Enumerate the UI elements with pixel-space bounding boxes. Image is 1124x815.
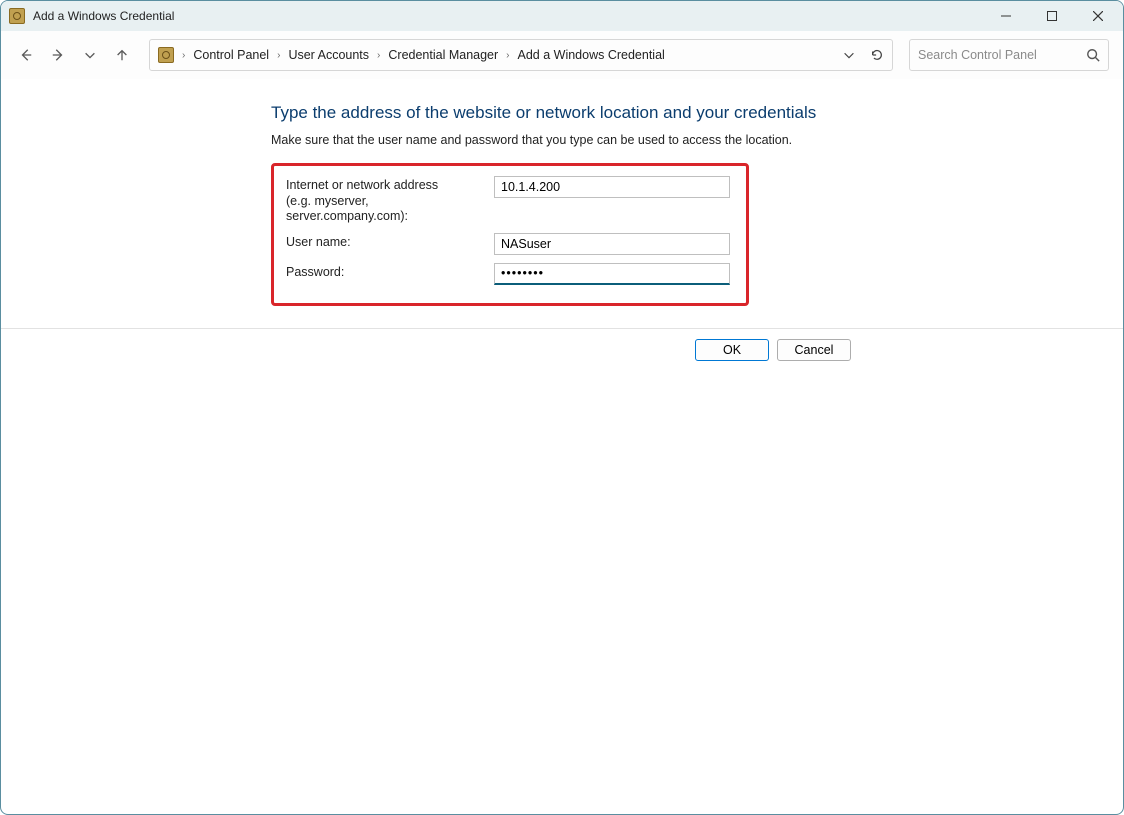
chevron-right-icon: › bbox=[506, 50, 509, 61]
address-label: Internet or network address (e.g. myserv… bbox=[286, 176, 494, 225]
chevron-right-icon: › bbox=[182, 50, 185, 61]
content-area: Type the address of the website or netwo… bbox=[1, 79, 1123, 814]
password-input[interactable] bbox=[494, 263, 730, 285]
page-heading: Type the address of the website or netwo… bbox=[271, 103, 991, 123]
button-row: OK Cancel bbox=[1, 329, 1123, 361]
app-icon bbox=[9, 8, 25, 24]
close-button[interactable] bbox=[1075, 1, 1121, 31]
arrow-right-icon bbox=[51, 48, 65, 62]
arrow-up-icon bbox=[115, 48, 129, 62]
toolbar: › Control Panel › User Accounts › Creden… bbox=[1, 31, 1123, 79]
nav-forward-button[interactable] bbox=[47, 44, 69, 66]
refresh-icon[interactable] bbox=[870, 48, 884, 62]
search-icon bbox=[1086, 48, 1100, 62]
breadcrumb-item[interactable]: Credential Manager bbox=[388, 48, 498, 62]
control-panel-icon bbox=[158, 47, 174, 63]
username-label: User name: bbox=[286, 233, 494, 251]
nav-up-button[interactable] bbox=[111, 44, 133, 66]
chevron-down-icon bbox=[83, 48, 97, 62]
chevron-down-icon[interactable] bbox=[842, 48, 856, 62]
search-placeholder: Search Control Panel bbox=[918, 48, 1086, 62]
minimize-button[interactable] bbox=[983, 1, 1029, 31]
username-input[interactable] bbox=[494, 233, 730, 255]
titlebar: Add a Windows Credential bbox=[1, 1, 1123, 31]
maximize-button[interactable] bbox=[1029, 1, 1075, 31]
window-title: Add a Windows Credential bbox=[33, 9, 983, 23]
window-frame: Add a Windows Credential bbox=[0, 0, 1124, 815]
password-label: Password: bbox=[286, 263, 494, 281]
cancel-button[interactable]: Cancel bbox=[777, 339, 851, 361]
breadcrumb-item[interactable]: Control Panel bbox=[193, 48, 269, 62]
chevron-right-icon: › bbox=[377, 50, 380, 61]
credential-form-highlight: Internet or network address (e.g. myserv… bbox=[271, 163, 749, 306]
ok-button[interactable]: OK bbox=[695, 339, 769, 361]
chevron-right-icon: › bbox=[277, 50, 280, 61]
nav-recent-button[interactable] bbox=[79, 44, 101, 66]
close-icon bbox=[1093, 11, 1103, 21]
arrow-left-icon bbox=[19, 48, 33, 62]
search-box[interactable]: Search Control Panel bbox=[909, 39, 1109, 71]
breadcrumb-item[interactable]: User Accounts bbox=[288, 48, 369, 62]
breadcrumb-item[interactable]: Add a Windows Credential bbox=[518, 48, 665, 62]
minimize-icon bbox=[1001, 11, 1011, 21]
maximize-icon bbox=[1047, 11, 1057, 21]
address-bar[interactable]: › Control Panel › User Accounts › Creden… bbox=[149, 39, 893, 71]
page-subtext: Make sure that the user name and passwor… bbox=[271, 133, 991, 147]
address-input[interactable] bbox=[494, 176, 730, 198]
nav-back-button[interactable] bbox=[15, 44, 37, 66]
